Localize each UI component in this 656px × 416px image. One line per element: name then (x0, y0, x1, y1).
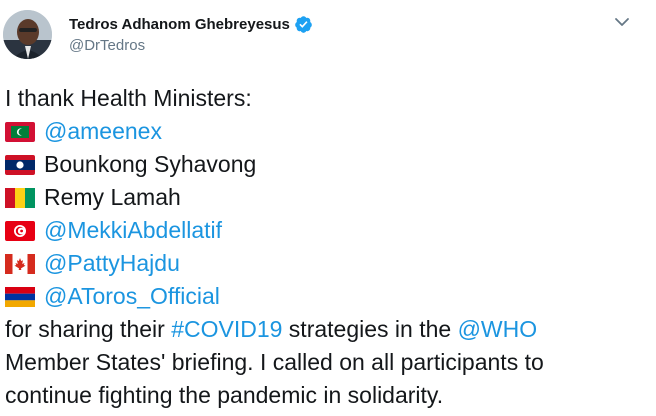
tweet-intro: I thank Health Ministers: (5, 85, 252, 111)
minister-line: Bounkong Syhavong (5, 148, 650, 181)
minister-line: @MekkiAbdellatif (5, 214, 650, 247)
tweet-closing-line: Member States' briefing. I called on all… (5, 349, 544, 375)
minister-mention[interactable]: @AToros_Official (44, 280, 220, 313)
author-handle[interactable]: @DrTedros (69, 37, 145, 54)
armenia-flag-icon (5, 286, 35, 307)
avatar[interactable] (3, 10, 52, 59)
minister-line: @PattyHajdu (5, 247, 650, 280)
minister-line: @ameenex (5, 115, 650, 148)
minister-mention[interactable]: @ameenex (44, 115, 162, 148)
closing-text: for sharing their (5, 316, 172, 342)
minister-line: Remy Lamah (5, 181, 650, 214)
minister-mention[interactable]: @PattyHajdu (44, 247, 180, 280)
hashtag-link[interactable]: #COVID19 (171, 316, 282, 342)
tweet-closing-line: for sharing their #COVID19 strategies in… (5, 313, 650, 346)
closing-text: strategies in the (282, 316, 458, 342)
chevron-down-icon[interactable] (612, 12, 632, 32)
laos-flag-icon (5, 154, 35, 175)
minister-name: Bounkong Syhavong (44, 151, 257, 177)
minister-name: Remy Lamah (44, 184, 181, 210)
maldives-flag-icon (5, 121, 35, 142)
verified-badge-icon (295, 16, 312, 33)
tweet-card: Tedros Adhanom Ghebreyesus @DrTedros I t… (0, 0, 656, 416)
tunisia-flag-icon (5, 220, 35, 241)
guinea-flag-icon (5, 187, 35, 208)
author-name[interactable]: Tedros Adhanom Ghebreyesus (69, 16, 290, 33)
canada-flag-icon (5, 253, 35, 274)
minister-line: @AToros_Official (5, 280, 650, 313)
tweet-text: I thank Health Ministers: @ameenex Bounk… (5, 82, 650, 412)
tweet-closing-line: continue fighting the pandemic in solida… (5, 382, 444, 408)
minister-mention[interactable]: @MekkiAbdellatif (44, 214, 222, 247)
who-mention[interactable]: @WHO (458, 316, 538, 342)
